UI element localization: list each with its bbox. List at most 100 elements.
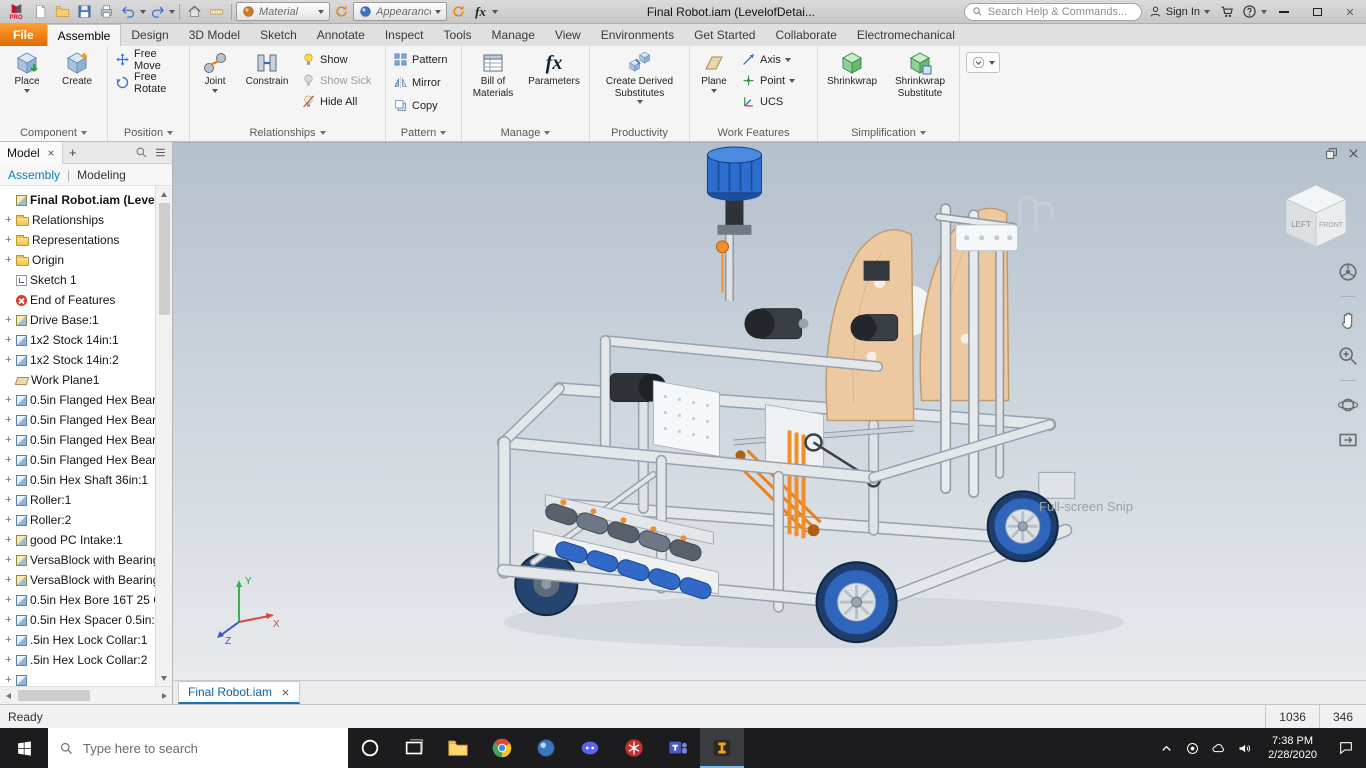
panel-title-work-features[interactable]: Work Features <box>690 124 817 141</box>
tree-expander[interactable]: + <box>4 614 13 626</box>
constrain-button[interactable]: Constrain <box>239 49 295 88</box>
inventor-taskbar-button[interactable] <box>700 728 744 768</box>
hidden-icons-chevron-icon[interactable] <box>1159 741 1174 756</box>
panel-title-simplification[interactable]: Simplification <box>818 124 959 141</box>
tree-item[interactable]: + Drive Base:1 <box>0 310 155 330</box>
tab-file[interactable]: File <box>0 24 47 46</box>
ribbon-tab[interactable]: View <box>545 24 591 46</box>
volume-icon[interactable] <box>1237 741 1252 756</box>
tree-expander[interactable]: + <box>4 574 13 586</box>
browser-tab-assembly[interactable]: Assembly <box>8 168 60 182</box>
tree-expander[interactable]: + <box>4 414 13 426</box>
ribbon-tab[interactable]: Environments <box>591 24 684 46</box>
tree-item[interactable]: + 0.5in Flanged Hex Bearin <box>0 450 155 470</box>
ribbon-tab[interactable]: Inspect <box>375 24 434 46</box>
red-app-button[interactable] <box>612 728 656 768</box>
tree-expander[interactable]: + <box>4 634 13 646</box>
view-cube[interactable]: LEFT FRONT <box>1276 179 1356 259</box>
document-restore-icon[interactable] <box>1325 147 1338 160</box>
create-derived-substitutes-button[interactable]: Create Derived Substitutes <box>594 49 686 104</box>
tree-item[interactable]: + 0.5in Flanged Hex Bearin <box>0 430 155 450</box>
sign-in-button[interactable]: Sign In <box>1143 0 1216 24</box>
horizontal-scroll-thumb[interactable] <box>18 690 90 701</box>
tree-expander[interactable]: + <box>4 234 13 246</box>
ucs-button[interactable]: UCS <box>737 91 799 112</box>
measure-icon[interactable] <box>206 1 227 22</box>
teams-button[interactable] <box>656 728 700 768</box>
tree-item[interactable]: + Roller:1 <box>0 490 155 510</box>
scroll-left-button[interactable] <box>0 693 16 699</box>
panel-title-manage[interactable]: Manage <box>462 124 589 141</box>
shrinkwrap-substitute-button[interactable]: Shrinkwrap Substitute <box>885 49 955 99</box>
blue-sphere-app-button[interactable] <box>524 728 568 768</box>
ribbon-tab[interactable]: Manage <box>482 24 545 46</box>
tree-expander[interactable]: + <box>4 214 13 226</box>
pan-hand-icon[interactable] <box>1337 310 1359 332</box>
maximize-button[interactable] <box>1301 0 1333 24</box>
panel-title-relationships[interactable]: Relationships <box>190 124 385 141</box>
print-icon[interactable] <box>96 1 117 22</box>
help-menu-caret[interactable] <box>1261 10 1267 14</box>
tree-expander[interactable]: + <box>4 474 13 486</box>
browser-tab-close-icon[interactable] <box>47 149 55 157</box>
tree-expander[interactable]: + <box>4 454 13 466</box>
ribbon-tab[interactable]: Collaborate <box>765 24 846 46</box>
tree-item[interactable]: + 0.5in Hex Shaft 36in:1 <box>0 470 155 490</box>
tree-item[interactable]: + .5in Hex Lock Collar:2 <box>0 650 155 670</box>
hide-all-button[interactable]: Hide All <box>297 91 375 112</box>
save-icon[interactable] <box>74 1 95 22</box>
tree-expander[interactable]: + <box>4 594 13 606</box>
zoom-icon[interactable] <box>1337 345 1359 367</box>
tree-item[interactable]: + .5in Hex Lock Collar:1 <box>0 630 155 650</box>
ribbon-tab[interactable]: Get Started <box>684 24 765 46</box>
action-center-button[interactable] <box>1326 728 1366 768</box>
new-file-icon[interactable] <box>30 1 51 22</box>
ribbon-tab[interactable]: Electromechanical <box>847 24 965 46</box>
open-icon[interactable] <box>52 1 73 22</box>
look-at-icon[interactable] <box>1337 429 1359 451</box>
discord-button[interactable] <box>568 728 612 768</box>
document-close-icon[interactable] <box>1347 147 1360 160</box>
task-view-button[interactable] <box>392 728 436 768</box>
onedrive-cloud-icon[interactable] <box>1211 741 1226 756</box>
document-tab-close-icon[interactable] <box>281 688 290 697</box>
tree-item[interactable]: + good PC Intake:1 <box>0 530 155 550</box>
tree-expander[interactable]: + <box>4 674 13 686</box>
tree-item[interactable]: + 1x2 Stock 14in:2 <box>0 350 155 370</box>
ribbon-tab[interactable]: Annotate <box>307 24 375 46</box>
redo-icon[interactable] <box>147 1 168 22</box>
tree-item[interactable]: + VersaBlock with Bearings <box>0 550 155 570</box>
appearance-dropdown[interactable]: Appearance <box>353 2 447 21</box>
tree-item[interactable]: + Origin <box>0 250 155 270</box>
appearance-update-icon[interactable] <box>448 1 469 22</box>
tray-target-icon[interactable] <box>1185 741 1200 756</box>
taskbar-clock[interactable]: 7:38 PM 2/28/2020 <box>1259 728 1326 768</box>
browser-search-icon[interactable] <box>135 146 148 159</box>
taskbar-search-input[interactable] <box>83 741 337 756</box>
tree-item[interactable]: + VersaBlock with Bearings <box>0 570 155 590</box>
panel-title-position[interactable]: Position <box>108 124 189 141</box>
store-cart-icon[interactable] <box>1217 1 1238 22</box>
home-icon[interactable] <box>184 1 205 22</box>
viewport-3d[interactable]: LEFT FRONT <box>173 142 1366 680</box>
tree-item[interactable]: + Relationships <box>0 210 155 230</box>
close-button[interactable] <box>1334 0 1366 24</box>
tree-expander[interactable]: + <box>4 434 13 446</box>
material-dropdown[interactable]: Material <box>236 2 330 21</box>
free-move-button[interactable]: Free Move <box>111 49 186 70</box>
browser-tab-model[interactable]: Model <box>0 142 63 164</box>
axis-button[interactable]: Axis <box>737 49 799 70</box>
tree-item[interactable]: End of Features <box>0 290 155 310</box>
parameters-button[interactable]: fx Parameters <box>523 49 585 88</box>
tree-item[interactable]: + 0.5in Hex Bore 16T 25 Cl <box>0 590 155 610</box>
pattern-button[interactable]: Pattern <box>389 49 451 70</box>
tree-expander[interactable]: + <box>4 554 13 566</box>
tree-item[interactable]: + 0.5in Flanged Hex Bearin <box>0 410 155 430</box>
cortana-button[interactable] <box>348 728 392 768</box>
orbit-icon[interactable] <box>1337 394 1359 416</box>
browser-vertical-scrollbar[interactable] <box>155 186 172 686</box>
document-tab[interactable]: Final Robot.iam <box>178 681 300 704</box>
plane-button[interactable]: Plane <box>693 49 735 93</box>
ribbon-tab[interactable]: Assemble <box>47 24 122 46</box>
chrome-button[interactable] <box>480 728 524 768</box>
